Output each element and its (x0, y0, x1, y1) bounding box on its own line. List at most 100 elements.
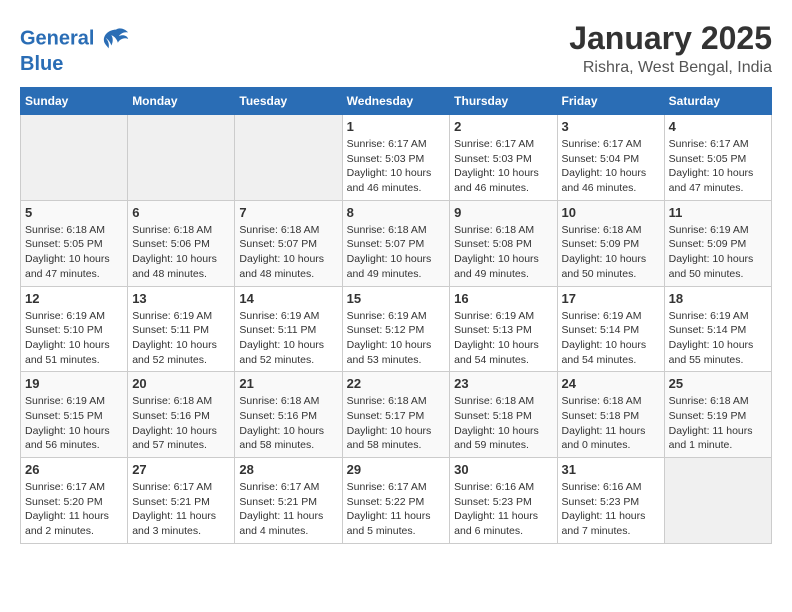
day-number: 5 (25, 205, 123, 220)
day-number: 23 (454, 376, 552, 391)
calendar-cell: 22 Sunrise: 6:18 AM Sunset: 5:17 PM Dayli… (342, 372, 450, 458)
day-info: Sunrise: 6:19 AM Sunset: 5:14 PM Dayligh… (669, 309, 767, 368)
calendar-cell: 25 Sunrise: 6:18 AM Sunset: 5:19 PM Dayli… (664, 372, 771, 458)
calendar-cell: 1 Sunrise: 6:17 AM Sunset: 5:03 PM Daylig… (342, 115, 450, 201)
day-info: Sunrise: 6:19 AM Sunset: 5:11 PM Dayligh… (239, 309, 337, 368)
day-info: Sunrise: 6:19 AM Sunset: 5:10 PM Dayligh… (25, 309, 123, 368)
day-info: Sunrise: 6:17 AM Sunset: 5:03 PM Dayligh… (347, 137, 446, 196)
calendar-cell: 10Sunrise: 6:18 AM Sunset: 5:09 PM Dayli… (557, 200, 664, 286)
calendar-cell: 18 Sunrise: 6:19 AM Sunset: 5:14 PM Dayli… (664, 286, 771, 372)
day-number: 4 (669, 119, 767, 134)
calendar-cell: 19 Sunrise: 6:19 AM Sunset: 5:15 PM Dayli… (21, 372, 128, 458)
calendar-cell: 24Sunrise: 6:18 AM Sunset: 5:18 PM Dayli… (557, 372, 664, 458)
calendar-cell: 4 Sunrise: 6:17 AM Sunset: 5:05 PM Daylig… (664, 115, 771, 201)
day-number: 18 (669, 291, 767, 306)
calendar-cell: 12 Sunrise: 6:19 AM Sunset: 5:10 PM Dayli… (21, 286, 128, 372)
calendar-day-header: Saturday (664, 88, 771, 115)
day-number: 13 (132, 291, 230, 306)
calendar-cell: 26 Sunrise: 6:17 AM Sunset: 5:20 PM Dayli… (21, 458, 128, 544)
day-number: 12 (25, 291, 123, 306)
day-info: Sunrise: 6:19 AM Sunset: 5:13 PM Dayligh… (454, 309, 552, 368)
day-info: Sunrise: 6:18 AM Sunset: 5:06 PM Dayligh… (132, 223, 230, 282)
day-number: 20 (132, 376, 230, 391)
day-number: 6 (132, 205, 230, 220)
calendar-week-row: 19 Sunrise: 6:19 AM Sunset: 5:15 PM Dayli… (21, 372, 772, 458)
day-info: Sunrise: 6:19 AM Sunset: 5:15 PM Dayligh… (25, 394, 123, 453)
day-info: Sunrise: 6:17 AM Sunset: 5:04 PM Dayligh… (562, 137, 660, 196)
page-header: General Blue January 2025 Rishra, West B… (20, 20, 772, 77)
day-info: Sunrise: 6:19 AM Sunset: 5:11 PM Dayligh… (132, 309, 230, 368)
calendar-cell: 27Sunrise: 6:17 AM Sunset: 5:21 PM Dayli… (128, 458, 235, 544)
day-info: Sunrise: 6:18 AM Sunset: 5:18 PM Dayligh… (562, 394, 660, 453)
day-info: Sunrise: 6:19 AM Sunset: 5:12 PM Dayligh… (347, 309, 446, 368)
calendar-cell: 28Sunrise: 6:17 AM Sunset: 5:21 PM Dayli… (235, 458, 342, 544)
day-info: Sunrise: 6:19 AM Sunset: 5:09 PM Dayligh… (669, 223, 767, 282)
title-block: January 2025 Rishra, West Bengal, India (569, 20, 772, 77)
calendar-cell: 17 Sunrise: 6:19 AM Sunset: 5:14 PM Dayli… (557, 286, 664, 372)
day-info: Sunrise: 6:18 AM Sunset: 5:16 PM Dayligh… (132, 394, 230, 453)
calendar-cell: 8 Sunrise: 6:18 AM Sunset: 5:07 PM Daylig… (342, 200, 450, 286)
day-number: 22 (347, 376, 446, 391)
day-info: Sunrise: 6:18 AM Sunset: 5:08 PM Dayligh… (454, 223, 552, 282)
day-info: Sunrise: 6:18 AM Sunset: 5:17 PM Dayligh… (347, 394, 446, 453)
calendar-day-header: Tuesday (235, 88, 342, 115)
day-number: 2 (454, 119, 552, 134)
day-number: 30 (454, 462, 552, 477)
calendar-week-row: 1 Sunrise: 6:17 AM Sunset: 5:03 PM Daylig… (21, 115, 772, 201)
day-number: 19 (25, 376, 123, 391)
calendar-day-header: Wednesday (342, 88, 450, 115)
day-number: 15 (347, 291, 446, 306)
calendar-cell: 30Sunrise: 6:16 AM Sunset: 5:23 PM Dayli… (450, 458, 557, 544)
calendar-cell: 23 Sunrise: 6:18 AM Sunset: 5:18 PM Dayli… (450, 372, 557, 458)
day-info: Sunrise: 6:17 AM Sunset: 5:20 PM Dayligh… (25, 480, 123, 539)
day-info: Sunrise: 6:18 AM Sunset: 5:16 PM Dayligh… (239, 394, 337, 453)
calendar-cell (664, 458, 771, 544)
day-info: Sunrise: 6:18 AM Sunset: 5:07 PM Dayligh… (239, 223, 337, 282)
day-info: Sunrise: 6:19 AM Sunset: 5:14 PM Dayligh… (562, 309, 660, 368)
day-number: 14 (239, 291, 337, 306)
calendar-day-header: Thursday (450, 88, 557, 115)
calendar-day-header: Friday (557, 88, 664, 115)
calendar-day-header: Monday (128, 88, 235, 115)
calendar-cell (235, 115, 342, 201)
calendar-cell (128, 115, 235, 201)
calendar-day-header: Sunday (21, 88, 128, 115)
calendar-cell: 20 Sunrise: 6:18 AM Sunset: 5:16 PM Dayli… (128, 372, 235, 458)
day-number: 27 (132, 462, 230, 477)
calendar-cell: 29Sunrise: 6:17 AM Sunset: 5:22 PM Dayli… (342, 458, 450, 544)
calendar-cell: 21 Sunrise: 6:18 AM Sunset: 5:16 PM Dayli… (235, 372, 342, 458)
subtitle: Rishra, West Bengal, India (569, 59, 772, 77)
day-number: 1 (347, 119, 446, 134)
day-number: 9 (454, 205, 552, 220)
day-info: Sunrise: 6:18 AM Sunset: 5:09 PM Dayligh… (562, 223, 660, 282)
day-number: 25 (669, 376, 767, 391)
day-info: Sunrise: 6:18 AM Sunset: 5:07 PM Dayligh… (347, 223, 446, 282)
day-number: 26 (25, 462, 123, 477)
day-number: 17 (562, 291, 660, 306)
day-number: 29 (347, 462, 446, 477)
calendar-header-row: SundayMondayTuesdayWednesdayThursdayFrid… (21, 88, 772, 115)
calendar-week-row: 5 Sunrise: 6:18 AM Sunset: 5:05 PM Daylig… (21, 200, 772, 286)
logo-bird-icon (102, 25, 130, 53)
day-info: Sunrise: 6:18 AM Sunset: 5:19 PM Dayligh… (669, 394, 767, 453)
day-info: Sunrise: 6:18 AM Sunset: 5:05 PM Dayligh… (25, 223, 123, 282)
calendar-cell: 15 Sunrise: 6:19 AM Sunset: 5:12 PM Dayli… (342, 286, 450, 372)
day-number: 3 (562, 119, 660, 134)
calendar-cell: 3 Sunrise: 6:17 AM Sunset: 5:04 PM Daylig… (557, 115, 664, 201)
calendar-table: SundayMondayTuesdayWednesdayThursdayFrid… (20, 87, 772, 544)
main-title: January 2025 (569, 20, 772, 57)
day-info: Sunrise: 6:18 AM Sunset: 5:18 PM Dayligh… (454, 394, 552, 453)
day-number: 21 (239, 376, 337, 391)
calendar-cell: 7 Sunrise: 6:18 AM Sunset: 5:07 PM Daylig… (235, 200, 342, 286)
day-number: 16 (454, 291, 552, 306)
calendar-cell: 6 Sunrise: 6:18 AM Sunset: 5:06 PM Daylig… (128, 200, 235, 286)
day-number: 8 (347, 205, 446, 220)
calendar-cell: 9 Sunrise: 6:18 AM Sunset: 5:08 PM Daylig… (450, 200, 557, 286)
calendar-week-row: 12 Sunrise: 6:19 AM Sunset: 5:10 PM Dayli… (21, 286, 772, 372)
calendar-cell: 14 Sunrise: 6:19 AM Sunset: 5:11 PM Dayli… (235, 286, 342, 372)
day-info: Sunrise: 6:16 AM Sunset: 5:23 PM Dayligh… (562, 480, 660, 539)
day-number: 7 (239, 205, 337, 220)
calendar-cell (21, 115, 128, 201)
logo: General Blue (20, 25, 130, 76)
day-info: Sunrise: 6:17 AM Sunset: 5:05 PM Dayligh… (669, 137, 767, 196)
